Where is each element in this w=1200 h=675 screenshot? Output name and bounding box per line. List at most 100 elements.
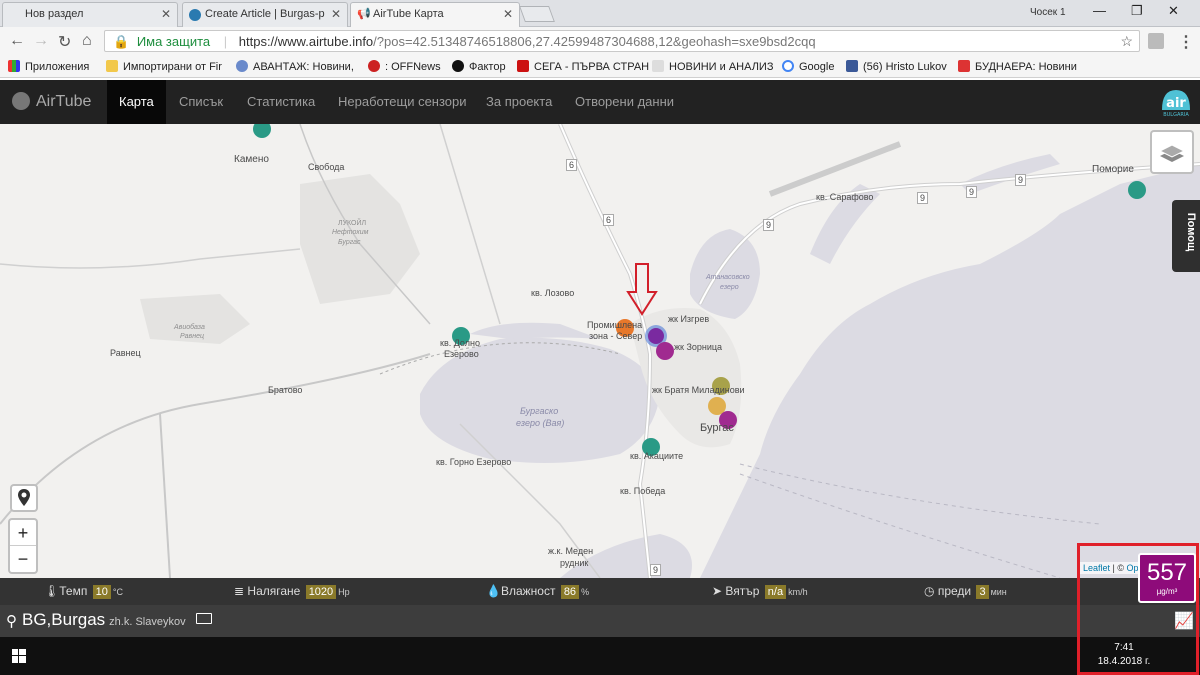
air-bulgaria-logo[interactable]: air BULGARIA bbox=[1158, 86, 1194, 118]
browser-tab-new[interactable]: Нов раздел ✕ bbox=[2, 2, 178, 27]
road-shield: 6 bbox=[603, 214, 615, 226]
bookmark-imported[interactable]: Импортирани от Fir bbox=[106, 60, 222, 73]
map-label: Братово bbox=[268, 385, 303, 395]
close-icon[interactable]: ✕ bbox=[503, 7, 513, 21]
close-icon[interactable]: ✕ bbox=[161, 7, 171, 21]
sensor-marker[interactable] bbox=[656, 342, 674, 360]
map-pin-icon bbox=[18, 489, 30, 506]
map-label: Нефтохим bbox=[332, 229, 369, 236]
chart-line-icon[interactable]: 📈 bbox=[1174, 611, 1194, 631]
folder-icon bbox=[106, 60, 118, 72]
map-label: жк Изгрев bbox=[668, 314, 710, 324]
bookmark-star-icon[interactable]: ☆ bbox=[1120, 33, 1133, 50]
maximize-icon[interactable]: ❐ bbox=[1131, 3, 1143, 19]
map-label: жк Зорница bbox=[674, 342, 723, 352]
wind-metric: ➤ Вятър n/a km/h bbox=[712, 584, 808, 599]
zoom-in-button[interactable]: + bbox=[10, 520, 36, 546]
map-label: зона - Север bbox=[589, 331, 643, 341]
road-shield: 9 bbox=[917, 192, 929, 204]
map-label: Свобода bbox=[308, 162, 345, 172]
bookmark-google[interactable]: Google bbox=[782, 60, 834, 73]
zoom-out-button[interactable]: − bbox=[10, 546, 36, 572]
locate-button[interactable] bbox=[10, 484, 38, 512]
clock-date: 18.4.2018 г. bbox=[1097, 656, 1151, 667]
close-icon[interactable]: ✕ bbox=[331, 7, 341, 21]
facebook-icon bbox=[846, 60, 858, 72]
address-bar-row: ← → ↻ ⌂ 🔒 Има защита | https://www.airtu… bbox=[0, 27, 1200, 56]
budnaera-icon bbox=[958, 60, 970, 72]
ago-unit: мин bbox=[990, 587, 1007, 597]
nav-about[interactable]: За проекта bbox=[474, 80, 564, 124]
minimize-icon[interactable]: — bbox=[1093, 3, 1106, 18]
updated-metric: ◷ преди 3 мин bbox=[924, 584, 1007, 599]
windows-taskbar: 7:41 18.4.2018 г. bbox=[0, 637, 1200, 675]
forward-icon[interactable]: → bbox=[33, 32, 49, 50]
bookmark-apps[interactable]: Приложения bbox=[8, 60, 89, 73]
browser-tab-airtube[interactable]: 📢 AirTube Карта ✕ bbox=[350, 2, 520, 27]
pressure-value: 1020 bbox=[305, 585, 337, 599]
bookmark-facebook[interactable]: (56) Hristo Lukov bbox=[846, 60, 947, 73]
sensor-marker-selected[interactable] bbox=[648, 328, 664, 344]
bookmark-offnews[interactable]: : OFFNews bbox=[368, 60, 441, 73]
nav-open-data[interactable]: Отворени данни bbox=[563, 80, 686, 124]
windows-start-icon[interactable] bbox=[12, 649, 26, 663]
map-label: Промишлена bbox=[587, 320, 643, 330]
map-attribution: Leaflet | © Op bbox=[1080, 562, 1142, 574]
road-shield: 9 bbox=[966, 186, 978, 198]
nav-statistics[interactable]: Статистика bbox=[235, 80, 327, 124]
map-canvas[interactable]: 6 6 9 9 9 9 9 Камено Свобода ЛУКОЙЛ Нефт… bbox=[0, 124, 1200, 578]
location-city: BG,Burgas bbox=[22, 610, 106, 629]
map-tiles bbox=[0, 124, 1200, 578]
map-label: Бургаско bbox=[520, 406, 559, 416]
osm-link[interactable]: Op bbox=[1127, 563, 1139, 573]
layers-button[interactable] bbox=[1150, 130, 1194, 174]
nav-map[interactable]: Карта bbox=[107, 80, 166, 124]
bookmark-novini[interactable]: НОВИНИ и АНАЛИЗ bbox=[652, 60, 773, 73]
help-button[interactable]: Помощ bbox=[1172, 200, 1200, 272]
taskbar-clock[interactable]: 7:41 18.4.2018 г. bbox=[1094, 641, 1154, 669]
brand-name: AirTube bbox=[36, 93, 92, 110]
map-label: кв. Акациите bbox=[630, 451, 684, 461]
menu-icon[interactable]: ⋮ bbox=[1178, 32, 1194, 52]
brand-link[interactable]: AirTube bbox=[12, 92, 91, 111]
extension-icon[interactable] bbox=[1148, 33, 1164, 49]
humidity-value: 86 bbox=[560, 585, 580, 599]
bookmark-faktor[interactable]: Фактор bbox=[452, 60, 506, 73]
nav-broken-sensors[interactable]: Неработещи сензори bbox=[326, 80, 479, 124]
droplet-icon: 💧 bbox=[486, 584, 501, 598]
sensor-marker[interactable] bbox=[708, 397, 726, 415]
help-label: Помощ bbox=[1185, 212, 1198, 252]
humidity-unit: % bbox=[581, 587, 590, 597]
bookmark-sega[interactable]: СЕГА - ПЪРВА СТРАН bbox=[517, 60, 649, 73]
paper-plane-icon: ➤ bbox=[712, 584, 723, 598]
browser-tab-create-article[interactable]: Create Article | Burgas-p ✕ bbox=[182, 2, 348, 27]
wind-value: n/a bbox=[764, 585, 787, 599]
map-label: кв. Лозово bbox=[531, 288, 575, 298]
map-label: езеро (Вая) bbox=[516, 418, 565, 428]
url-path: /?pos=42.51348746518806,27.4259948730468… bbox=[373, 34, 816, 49]
map-label: Атанасовско bbox=[706, 274, 750, 281]
profile-label[interactable]: Чосек 1 bbox=[1030, 7, 1066, 18]
bookmark-avantazh[interactable]: АВАНТАЖ: Новини, bbox=[236, 60, 354, 73]
pm-reading-badge[interactable]: 557 µg/m³ bbox=[1138, 553, 1196, 603]
pressure-metric: ≣ Налягане 1020 Hp bbox=[234, 584, 350, 599]
leaflet-link[interactable]: Leaflet bbox=[1083, 563, 1110, 573]
url-host: https://www.airtube.info bbox=[238, 34, 374, 49]
sensor-marker[interactable] bbox=[253, 124, 271, 138]
pressure-unit: Hp bbox=[338, 587, 350, 597]
url-field[interactable]: 🔒 Има защита | https://www.airtube.info/… bbox=[104, 30, 1140, 52]
faktor-icon bbox=[452, 60, 464, 72]
sensor-marker[interactable] bbox=[1128, 181, 1146, 199]
new-tab-button[interactable] bbox=[519, 6, 555, 22]
back-icon[interactable]: ← bbox=[9, 32, 25, 50]
layers-icon bbox=[1158, 144, 1186, 162]
close-window-icon[interactable]: ✕ bbox=[1168, 3, 1179, 19]
nav-list[interactable]: Списък bbox=[167, 80, 235, 124]
id-card-icon[interactable] bbox=[196, 613, 213, 624]
map-label: кв. Долно bbox=[440, 338, 480, 348]
reload-icon[interactable]: ↻ bbox=[58, 32, 71, 52]
home-icon[interactable]: ⌂ bbox=[82, 32, 92, 50]
browser-tab-strip: Нов раздел ✕ Create Article | Burgas-p ✕… bbox=[0, 0, 1200, 27]
airtube-logo-icon bbox=[12, 92, 30, 110]
bookmark-budnaera[interactable]: БУДНАЕРА: Новини bbox=[958, 60, 1077, 73]
